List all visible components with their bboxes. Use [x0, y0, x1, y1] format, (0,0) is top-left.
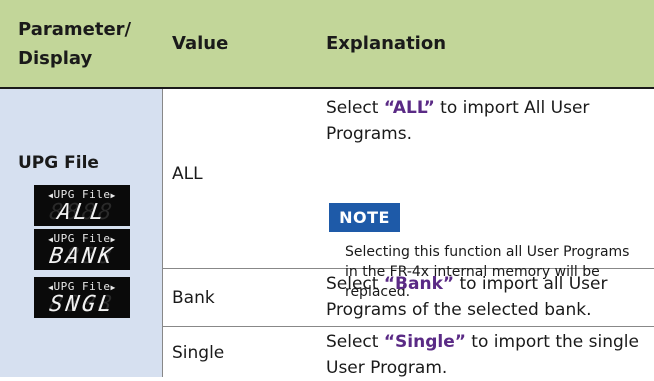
- header-explanation: Explanation: [326, 33, 447, 54]
- explanation-cell: Select “ALL” to import All User Programs…: [326, 98, 590, 144]
- value-cell: Bank: [172, 288, 215, 308]
- keyword: “Single”: [383, 332, 466, 352]
- table-header: Parameter/ Display Value Explanation: [0, 0, 654, 87]
- lcd-line2: 8888 ALL: [47, 200, 117, 225]
- lcd-line2: 8888 SNGL: [47, 292, 117, 317]
- lcd-line2: 8888 BANK: [47, 244, 117, 269]
- parameter-label: UPG File: [18, 153, 99, 173]
- keyword: “Bank”: [383, 274, 455, 294]
- value-cell: Single: [172, 343, 225, 363]
- explanation-cell: Select “Bank” to import all User Program…: [326, 274, 608, 320]
- lcd-display: ◀UPG File▶ 8888 SNGL: [34, 277, 130, 318]
- column-divider: [162, 89, 163, 377]
- header-parameter: Parameter/ Display: [18, 19, 132, 69]
- header-value: Value: [172, 33, 229, 54]
- row-divider: [163, 326, 654, 327]
- keyword: “ALL”: [383, 98, 435, 118]
- lcd-display: ◀UPG File▶ 8888 BANK: [34, 229, 130, 270]
- value-cell: ALL: [172, 164, 203, 184]
- note-badge: NOTE: [329, 203, 400, 232]
- lcd-display: ◀UPG File▶ 8888 ALL: [34, 185, 130, 226]
- parameter-table: Parameter/ Display Value Explanation UPG…: [0, 0, 654, 378]
- explanation-cell: Select “Single” to import the single Use…: [326, 332, 639, 378]
